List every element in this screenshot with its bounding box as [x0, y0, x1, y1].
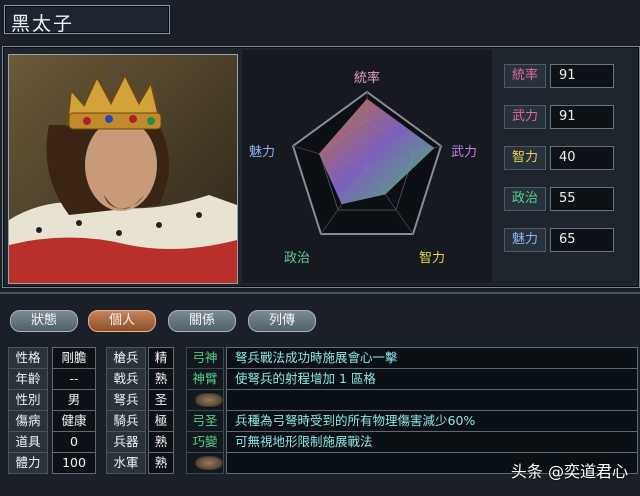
skill-description: 可無視地形限制施展戰法: [226, 431, 638, 453]
attribute-value: 0: [52, 431, 96, 453]
attribute-value: 男: [52, 389, 96, 411]
radar-label-bottom-left: 政治: [284, 251, 310, 266]
skill-name[interactable]: [186, 452, 224, 474]
radar-label-right: 武力: [451, 145, 477, 160]
radar-chart-panel: 統率 武力 智力 政治 魅力: [242, 50, 492, 282]
radar-chart: 統率 武力 智力 政治 魅力: [249, 70, 477, 266]
stat-value: 91: [550, 64, 614, 88]
stat-row: 武力 91: [500, 105, 630, 129]
stat-label: 統率: [504, 64, 546, 88]
stat-value: 55: [550, 187, 614, 211]
stat-value: 91: [550, 105, 614, 129]
skill-name[interactable]: 神臂: [186, 368, 224, 390]
attribute-label: 性別: [8, 389, 48, 411]
troop-aptitude-value: 熟: [148, 452, 174, 474]
troop-aptitude-label: 水軍: [106, 452, 146, 474]
skill-placeholder-icon: [195, 393, 223, 407]
tab-biography[interactable]: 列傳: [248, 310, 316, 332]
skill-name[interactable]: 弓神: [186, 347, 224, 369]
skill-description: 兵種為弓弩時受到的所有物理傷害減少60%: [226, 410, 638, 432]
attribute-label: 道具: [8, 431, 48, 453]
stat-label: 武力: [504, 105, 546, 129]
troop-aptitude-value: 圣: [148, 389, 174, 411]
attribute-label: 年齡: [8, 368, 48, 390]
tab-status[interactable]: 狀態: [10, 310, 78, 332]
troop-aptitude-value: 熟: [148, 368, 174, 390]
skill-name[interactable]: 巧變: [186, 431, 224, 453]
portrait-image: [9, 55, 237, 283]
attribute-value: 健康: [52, 410, 96, 432]
stat-row: 政治 55: [500, 187, 630, 211]
troop-aptitude-label: 槍兵: [106, 347, 146, 369]
section-divider: [0, 292, 640, 294]
stat-row: 智力 40: [500, 146, 630, 170]
troop-aptitude-label: 兵器: [106, 431, 146, 453]
radar-label-left: 魅力: [249, 145, 275, 160]
stat-row: 魅力 65: [500, 228, 630, 252]
troop-aptitude-label: 騎兵: [106, 410, 146, 432]
skill-description: [226, 389, 638, 411]
attribute-value: --: [52, 368, 96, 390]
tab-relations[interactable]: 關係: [168, 310, 236, 332]
skill-name[interactable]: 弓圣: [186, 410, 224, 432]
stat-row: 統率 91: [500, 64, 630, 88]
skill-name[interactable]: [186, 389, 224, 411]
attribute-value: 剛膽: [52, 347, 96, 369]
radar-label-bottom-right: 智力: [419, 251, 445, 266]
stats-panel: 統率 91 武力 91 智力 40 政治 55 魅力 65: [500, 56, 630, 278]
skill-description: 弩兵戰法成功時施展會心一擊: [226, 347, 638, 369]
skill-placeholder-icon: [195, 456, 223, 470]
tab-personal[interactable]: 個人: [88, 310, 156, 332]
character-portrait: [8, 54, 238, 284]
attribute-label: 傷病: [8, 410, 48, 432]
tab-strip: 狀態 個人 關係 列傳: [0, 296, 640, 336]
troop-aptitude-value: 極: [148, 410, 174, 432]
troop-aptitude-label: 戟兵: [106, 368, 146, 390]
stat-value: 40: [550, 146, 614, 170]
troop-aptitude-value: 精: [148, 347, 174, 369]
stat-label: 智力: [504, 146, 546, 170]
radar-label-top: 統率: [354, 70, 380, 86]
watermark: 头条 @奕道君心: [510, 462, 628, 481]
stat-label: 魅力: [504, 228, 546, 252]
attribute-label: 體力: [8, 452, 48, 474]
attribute-value: 100: [52, 452, 96, 474]
title-box: 黑太子: [4, 5, 170, 35]
character-name: 黑太子: [11, 13, 75, 35]
attribute-label: 性格: [8, 347, 48, 369]
skill-description: 使弩兵的射程增加 1 區格: [226, 368, 638, 390]
stat-value: 65: [550, 228, 614, 252]
troop-aptitude-label: 弩兵: [106, 389, 146, 411]
stat-label: 政治: [504, 187, 546, 211]
troop-aptitude-value: 熟: [148, 431, 174, 453]
